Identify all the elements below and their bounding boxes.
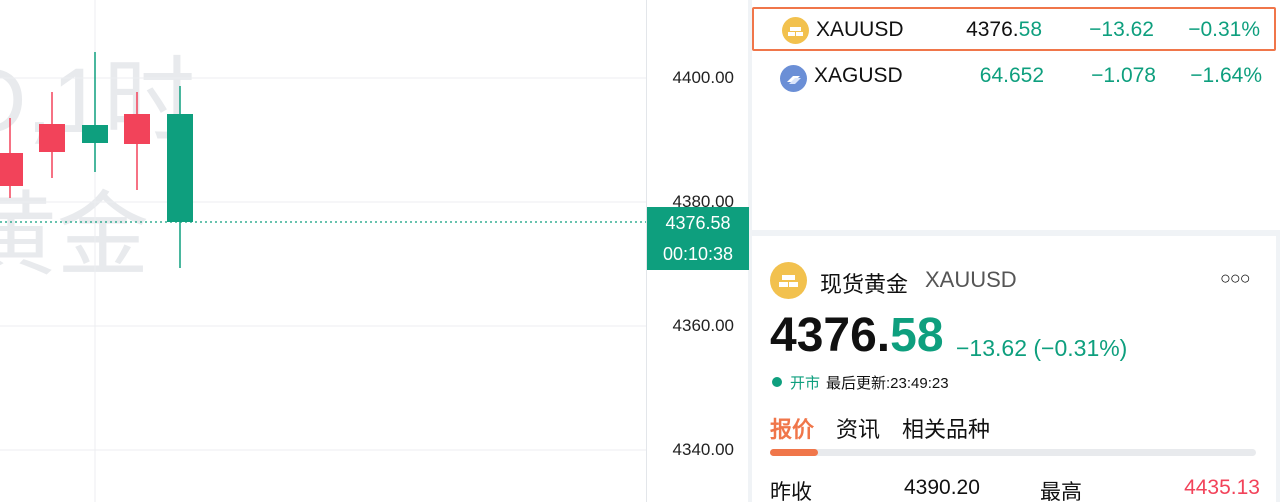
- axis-label: 4400.00: [672, 68, 734, 87]
- watchlist-change: −1.078: [1091, 64, 1156, 87]
- market-open-label: 开市: [790, 375, 821, 392]
- watchlist-symbol: XAUUSD: [816, 18, 904, 41]
- axis-label: 4360.00: [672, 316, 734, 335]
- app-window: D,1时 黄金 4400.00 4380.00 4360.00 4340.00 …: [0, 0, 1280, 502]
- watchlist-change-pct: −0.31%: [1188, 18, 1260, 41]
- instrument-symbol: XAUUSD: [925, 267, 1017, 292]
- candle-body: [82, 125, 108, 143]
- status-dot-icon: [772, 377, 782, 387]
- more-icon[interactable]: ○○○: [1220, 268, 1251, 289]
- last-price: 4376.58: [770, 309, 944, 362]
- current-price-tag: 4376.58 00:10:38: [647, 207, 749, 270]
- tab-related[interactable]: 相关品种: [902, 412, 990, 444]
- market-status: 开市 最后更新:23:49:23: [772, 372, 949, 393]
- watchlist-symbol: XAGUSD: [814, 64, 903, 87]
- candlestick-chart[interactable]: D,1时 黄金: [0, 0, 646, 502]
- gold-bar-icon: [770, 262, 807, 299]
- tab-quote[interactable]: 报价: [770, 412, 814, 444]
- instrument-name: 现货黄金: [820, 272, 909, 297]
- candle-body: [124, 114, 150, 144]
- watchlist-change: −13.62: [1089, 18, 1154, 41]
- high-value: 4435.13: [1184, 476, 1260, 499]
- active-tab-indicator: [770, 449, 818, 456]
- prev-close-label: 昨收: [770, 481, 812, 502]
- price-change: −13.62 (−0.31%): [956, 335, 1128, 361]
- silver-bar-icon: [780, 65, 807, 92]
- price-axis[interactable]: 4400.00 4380.00 4360.00 4340.00 4376.58 …: [646, 0, 749, 502]
- chart-canvas: [0, 0, 646, 502]
- axis-label: 4340.00: [672, 440, 734, 459]
- bar-countdown: 00:10:38: [662, 244, 734, 264]
- high-label: 最高: [1040, 481, 1082, 502]
- candle-body: [39, 124, 65, 152]
- watchlist: XAUUSD 4376.58 −13.62 −0.31% XAGUSD 64.6…: [752, 0, 1280, 230]
- prev-close-value: 4390.20: [904, 476, 980, 499]
- watchlist-row-xagusd[interactable]: XAGUSD 64.652 −1.078 −1.64%: [752, 55, 1276, 99]
- tab-indicator-track: [770, 449, 1256, 456]
- watchlist-change-pct: −1.64%: [1190, 64, 1262, 87]
- instrument-detail-panel: 现货黄金 XAUUSD ○○○ 4376.58 −13.62 (−0.31%) …: [752, 236, 1276, 502]
- current-price-label: 4376.58: [665, 213, 731, 233]
- gold-bar-icon: [782, 17, 809, 44]
- watchlist-row-xauusd[interactable]: XAUUSD 4376.58 −13.62 −0.31%: [752, 7, 1276, 51]
- watchlist-price: 64.652: [979, 64, 1044, 87]
- candle-body: [0, 153, 23, 186]
- tab-news[interactable]: 资讯: [836, 412, 880, 444]
- watchlist-price: 4376.58: [966, 18, 1042, 41]
- detail-tabs: 报价 资讯 相关品种: [770, 412, 1012, 444]
- last-update-time: 最后更新:23:49:23: [826, 375, 949, 392]
- candle-body: [167, 114, 193, 222]
